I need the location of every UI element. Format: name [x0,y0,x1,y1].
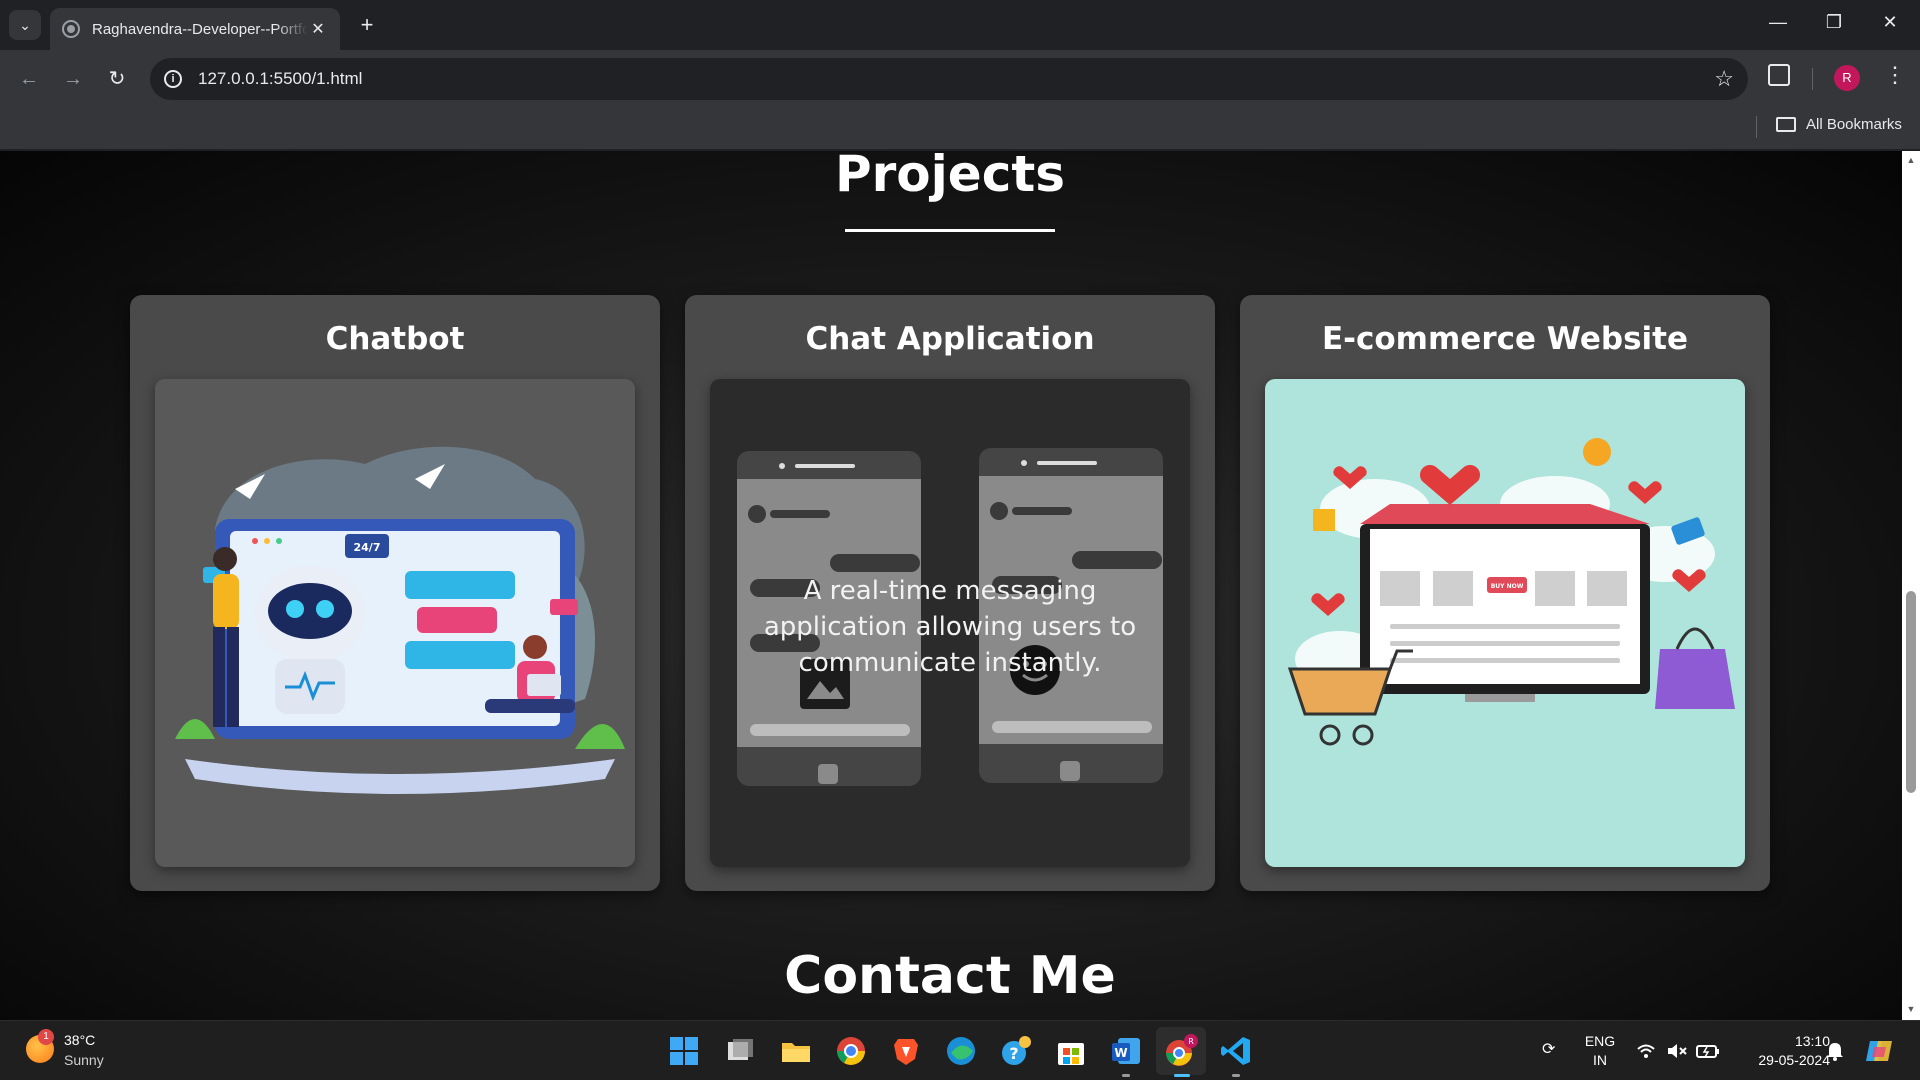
chat-app-illustration: A real-time messaging application allowi… [710,379,1190,867]
tab-title: Raghavendra--Developer--Portfolio [92,20,308,38]
minimize-icon[interactable]: — [1758,12,1798,33]
weather-notification-badge: 1 [38,1029,54,1045]
scroll-down-arrow-icon[interactable]: ▼ [1906,1004,1916,1014]
svg-text:?: ? [1009,1044,1018,1063]
globe-icon [62,20,80,38]
language-top[interactable]: ENG [1580,1033,1620,1049]
browser-tab[interactable]: Raghavendra--Developer--Portfolio ✕ [50,8,340,50]
card-title: E-commerce Website [1321,321,1689,357]
window-close-icon[interactable]: ✕ [1870,12,1910,33]
reload-icon[interactable]: ↻ [102,64,132,94]
ecommerce-illustration: BUY NOW [1265,379,1745,867]
card-title: Chatbot [325,321,465,357]
chrome-icon[interactable] [833,1033,869,1069]
sync-icon[interactable]: ⟳ [1542,1039,1555,1059]
projects-heading: Projects [834,151,1065,203]
volume-muted-icon[interactable] [1666,1043,1688,1059]
word-icon[interactable]: W [1108,1033,1144,1069]
tab-search-chevron-down-icon[interactable]: ⌄ [9,10,41,40]
windows-start-icon[interactable] [666,1033,702,1069]
vscode-running-indicator [1232,1074,1240,1077]
url-text: 127.0.0.1:5500/1.html [198,69,363,88]
battery-icon[interactable] [1696,1043,1720,1059]
card-title: Chat Application [805,321,1095,357]
weather-temperature[interactable]: 38°C [64,1032,95,1048]
project-card-ecommerce-website[interactable]: E-commerce Website BUY NOW [1240,295,1770,891]
vscode-icon[interactable] [1218,1033,1254,1069]
clock-date[interactable]: 29-05-2024 [1736,1052,1830,1068]
extensions-puzzle-icon[interactable] [1768,64,1790,86]
back-arrow-icon[interactable]: ← [14,64,44,94]
language-bottom[interactable]: IN [1580,1052,1620,1068]
restore-icon[interactable]: ❐ [1814,12,1854,33]
word-running-indicator [1122,1074,1130,1077]
chatbot-illustration: 24/7 [155,379,635,867]
browser-titlebar: ⌄ Raghavendra--Developer--Portfolio ✕ + … [0,0,1920,50]
chrome-profile-icon[interactable]: R [1163,1033,1199,1069]
new-tab-plus-icon[interactable]: + [354,12,380,38]
project-card-chatbot[interactable]: Chatbot 24/7 [130,295,660,891]
brave-browser-icon[interactable] [888,1033,924,1069]
task-view-icon[interactable] [722,1033,758,1069]
file-explorer-icon[interactable] [778,1033,814,1069]
site-info-icon[interactable]: i [164,70,182,88]
copilot-icon[interactable] [1864,1037,1896,1065]
tab-close-icon[interactable]: ✕ [308,19,328,39]
page-scrollbar[interactable]: ▲ ▼ [1902,151,1920,1020]
bookmarks-divider [1756,116,1757,138]
all-bookmarks-button[interactable]: All Bookmarks [1776,116,1902,133]
profile-avatar[interactable]: R [1834,65,1860,91]
address-bar[interactable]: i 127.0.0.1:5500/1.html ☆ [150,58,1748,100]
scrollbar-thumb[interactable] [1906,591,1916,793]
notification-bell-icon[interactable] [1826,1041,1844,1061]
browser-toolbar: ← → ↻ i 127.0.0.1:5500/1.html ☆ R ⋮ [0,50,1920,108]
scroll-up-arrow-icon[interactable]: ▲ [1906,155,1916,165]
chrome-profile-badge: R [1188,1037,1194,1046]
chrome-active-indicator [1174,1074,1190,1077]
windows-taskbar: 1 38°C Sunny ? W R ⟳ ENG IN 13:10 29-05-… [0,1020,1920,1080]
get-help-icon[interactable]: ? [998,1033,1034,1069]
buy-now-label: BUY NOW [1491,583,1524,590]
page-viewport: Projects Chatbot 24/7 Chat Application A… [0,151,1902,1020]
badge-24-7: 24/7 [354,541,381,554]
folder-icon [1776,117,1796,132]
forward-arrow-icon[interactable]: → [58,64,88,94]
svg-text:W: W [1114,1046,1127,1060]
bookmark-star-icon[interactable]: ☆ [1714,66,1734,92]
clock-time[interactable]: 13:10 [1740,1033,1830,1049]
project-description: A real-time messaging application allowi… [763,576,1137,678]
project-card-chat-application[interactable]: Chat Application A real-time messaging a… [685,295,1215,891]
contact-heading: Contact Me [784,946,1116,1006]
bookmarks-bar: All Bookmarks [0,108,1920,150]
edge-icon[interactable] [943,1033,979,1069]
weather-condition[interactable]: Sunny [64,1052,104,1068]
heading-underline [845,229,1055,232]
all-bookmarks-label: All Bookmarks [1806,116,1902,133]
microsoft-store-icon[interactable] [1053,1033,1089,1069]
toolbar-divider [1812,68,1813,90]
wifi-icon[interactable] [1636,1043,1656,1059]
kebab-menu-icon[interactable]: ⋮ [1884,62,1906,88]
